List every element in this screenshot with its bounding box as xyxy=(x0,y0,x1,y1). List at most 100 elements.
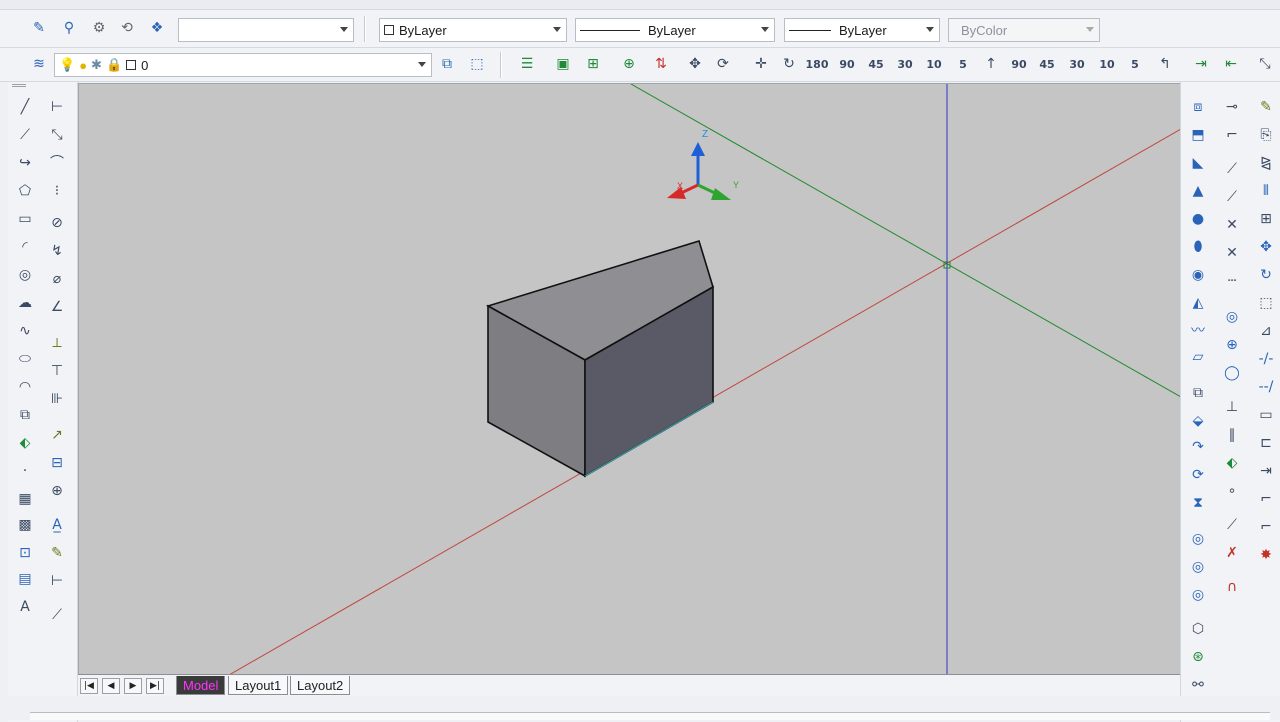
spline-icon[interactable]: ∿ xyxy=(14,320,36,342)
arc-length-icon[interactable]: ⌒ xyxy=(46,152,68,174)
rotate-icon[interactable]: ↻ xyxy=(778,53,800,75)
arc-icon[interactable]: ◜ xyxy=(14,236,36,258)
snap-perpendicular-icon[interactable]: ⊥ xyxy=(1221,396,1243,418)
extend-icon[interactable]: --/ xyxy=(1255,376,1277,398)
multiline-text-icon[interactable]: A xyxy=(14,596,36,618)
dimension-text-edit-icon[interactable]: ✎ xyxy=(46,542,68,564)
extrude-icon[interactable]: ⧉ xyxy=(1187,382,1209,404)
cross-icon[interactable]: ✕ xyxy=(1221,242,1243,264)
rotate-30-button[interactable]: 30 xyxy=(894,53,916,75)
stretch-icon[interactable]: ⊿ xyxy=(1255,320,1277,342)
snap-parallel-icon[interactable]: ∥ xyxy=(1221,424,1243,446)
color-combo[interactable]: ByLayer xyxy=(379,18,567,42)
rotate-modify-icon[interactable]: ↻ xyxy=(1255,264,1277,286)
3d-move-gizmo-icon[interactable]: ⬡ xyxy=(1187,618,1209,640)
fillet-icon[interactable]: ⌐ xyxy=(1255,516,1277,538)
planar-surface-icon[interactable]: ▱ xyxy=(1187,346,1209,368)
model-viewport[interactable]: Z X Y xyxy=(78,83,1180,674)
mirror-icon[interactable]: ⧎ xyxy=(1255,152,1277,174)
line-icon[interactable]: ╱ xyxy=(14,96,36,118)
ellipse-icon[interactable]: ⬭ xyxy=(14,348,36,370)
rotate-10-button[interactable]: 10 xyxy=(923,53,945,75)
snap-node-icon[interactable]: ∘ xyxy=(1221,480,1243,502)
rotate-left-flag-icon[interactable]: ⇥ xyxy=(1190,53,1212,75)
intersect-icon[interactable]: ◎ xyxy=(1187,584,1209,606)
previous-tab-button[interactable]: ◀ xyxy=(102,678,120,694)
snap-center-icon[interactable]: ◎ xyxy=(1221,306,1243,328)
scale-icon[interactable]: ⬚ xyxy=(1255,292,1277,314)
layer-isolate-icon[interactable]: ❖ xyxy=(146,17,168,39)
linetype-combo[interactable]: ByLayer xyxy=(575,18,775,42)
rotate-5-button[interactable]: 5 xyxy=(952,53,974,75)
revision-cloud-icon[interactable]: ☁ xyxy=(14,292,36,314)
3d-array-icon[interactable]: ▣ xyxy=(552,53,574,75)
tab-layout1[interactable]: Layout1 xyxy=(228,676,289,695)
join-icon[interactable]: ⇥ xyxy=(1255,460,1277,482)
insert-block-icon[interactable]: ⧉ xyxy=(14,404,36,426)
continue-dimension-icon[interactable]: ⊪ xyxy=(46,388,68,410)
layer-control-combo[interactable]: 💡 ● ✱ 🔒 0 xyxy=(54,53,432,77)
wedge-icon[interactable]: ◣ xyxy=(1187,152,1209,174)
helix-icon[interactable]: 〰 xyxy=(1187,320,1209,342)
move-icon[interactable]: ✛ xyxy=(750,53,772,75)
intersect-lines-icon[interactable]: ✕ xyxy=(1221,214,1243,236)
rotate-back-10-button[interactable]: 10 xyxy=(1096,53,1118,75)
3d-rotate-icon[interactable]: ⟳ xyxy=(712,53,734,75)
rotate-right-flag-icon[interactable]: ⇤ xyxy=(1220,53,1242,75)
center-mark-icon[interactable]: ⊕ xyxy=(46,480,68,502)
plotstyle-combo[interactable]: ByColor xyxy=(948,18,1100,42)
dashes-icon[interactable]: ┄ xyxy=(1221,270,1243,292)
offset-icon[interactable]: ⫴ xyxy=(1255,180,1277,202)
rotate-back-90-button[interactable]: 90 xyxy=(1008,53,1030,75)
construction-line-icon[interactable]: ⟋ xyxy=(14,124,36,146)
make-object-layer-current-icon[interactable]: ⚙ xyxy=(88,17,110,39)
layer-manager-icon[interactable]: ≋ xyxy=(28,53,50,75)
polygon-icon[interactable]: ⬠ xyxy=(14,180,36,202)
revolve-icon[interactable]: ⟳ xyxy=(1187,464,1209,486)
chamfer-icon[interactable]: ⌐ xyxy=(1255,488,1277,510)
radius-dimension-icon[interactable]: ⊘ xyxy=(46,212,68,234)
quick-dimension-icon[interactable]: ⟂ xyxy=(46,332,68,354)
move-modify-icon[interactable]: ✥ xyxy=(1255,236,1277,258)
snap-none-icon[interactable]: ✗ xyxy=(1221,542,1243,564)
toolbar-grip[interactable] xyxy=(12,84,26,87)
tab-layout2[interactable]: Layout2 xyxy=(290,676,351,695)
circle-icon[interactable]: ◎ xyxy=(14,264,36,286)
pan-icon[interactable]: ✥ xyxy=(684,53,706,75)
rotate-back-5-button[interactable]: 5 xyxy=(1124,53,1146,75)
quick-leader-icon[interactable]: ↗ xyxy=(46,424,68,446)
3d-align-icon[interactable]: ⚯ xyxy=(1187,674,1209,696)
linear-dimension-icon[interactable]: ⊢ xyxy=(46,96,68,118)
rotate-back-45-button[interactable]: 45 xyxy=(1036,53,1058,75)
first-tab-button[interactable]: |◀ xyxy=(80,678,98,694)
snap-tangent-icon[interactable]: ◯ xyxy=(1221,362,1243,384)
sweep-icon[interactable]: ↷ xyxy=(1187,436,1209,458)
3d-grid-icon[interactable]: ⊞ xyxy=(582,53,604,75)
dimension-edit-icon[interactable]: A̲ xyxy=(46,514,68,536)
erase-icon[interactable]: ✎ xyxy=(1255,96,1277,118)
section-plane-icon[interactable]: ⟋ xyxy=(1221,186,1243,208)
rectangle-icon[interactable]: ▭ xyxy=(14,208,36,230)
union-icon[interactable]: ◎ xyxy=(1187,528,1209,550)
polyline-icon[interactable]: ↪ xyxy=(14,152,36,174)
jogged-dimension-icon[interactable]: ↯ xyxy=(46,240,68,262)
break-icon[interactable]: ⊏ xyxy=(1255,432,1277,454)
last-tab-button[interactable]: ▶| xyxy=(146,678,164,694)
hatch-icon[interactable]: ▦ xyxy=(14,488,36,510)
table-icon[interactable]: ▤ xyxy=(14,568,36,590)
snap-nearest-icon[interactable]: ⟋ xyxy=(1221,514,1243,536)
dimension-update-icon[interactable]: ⊢ xyxy=(46,570,68,592)
explode-icon[interactable]: ✸ xyxy=(1255,544,1277,566)
layer-walk-icon[interactable]: ⬚ xyxy=(466,53,488,75)
slice-icon[interactable]: ⟋ xyxy=(1221,158,1243,180)
cylinder-icon[interactable]: ⬮ xyxy=(1187,236,1209,258)
pyramid-icon[interactable]: ◭ xyxy=(1187,292,1209,314)
dimension-style-icon[interactable]: ⟋ xyxy=(46,604,68,626)
layer-properties-icon[interactable]: ✎ xyxy=(28,17,50,39)
align-icon[interactable]: ☰ xyxy=(516,53,538,75)
break-at-point-icon[interactable]: ▭ xyxy=(1255,404,1277,426)
region-icon[interactable]: ⊡ xyxy=(14,542,36,564)
array-icon[interactable]: ⊞ xyxy=(1255,208,1277,230)
box-solid-icon[interactable]: ⬒ xyxy=(1187,124,1209,146)
rotate-arrow-icon[interactable]: ↑ xyxy=(980,53,1002,75)
